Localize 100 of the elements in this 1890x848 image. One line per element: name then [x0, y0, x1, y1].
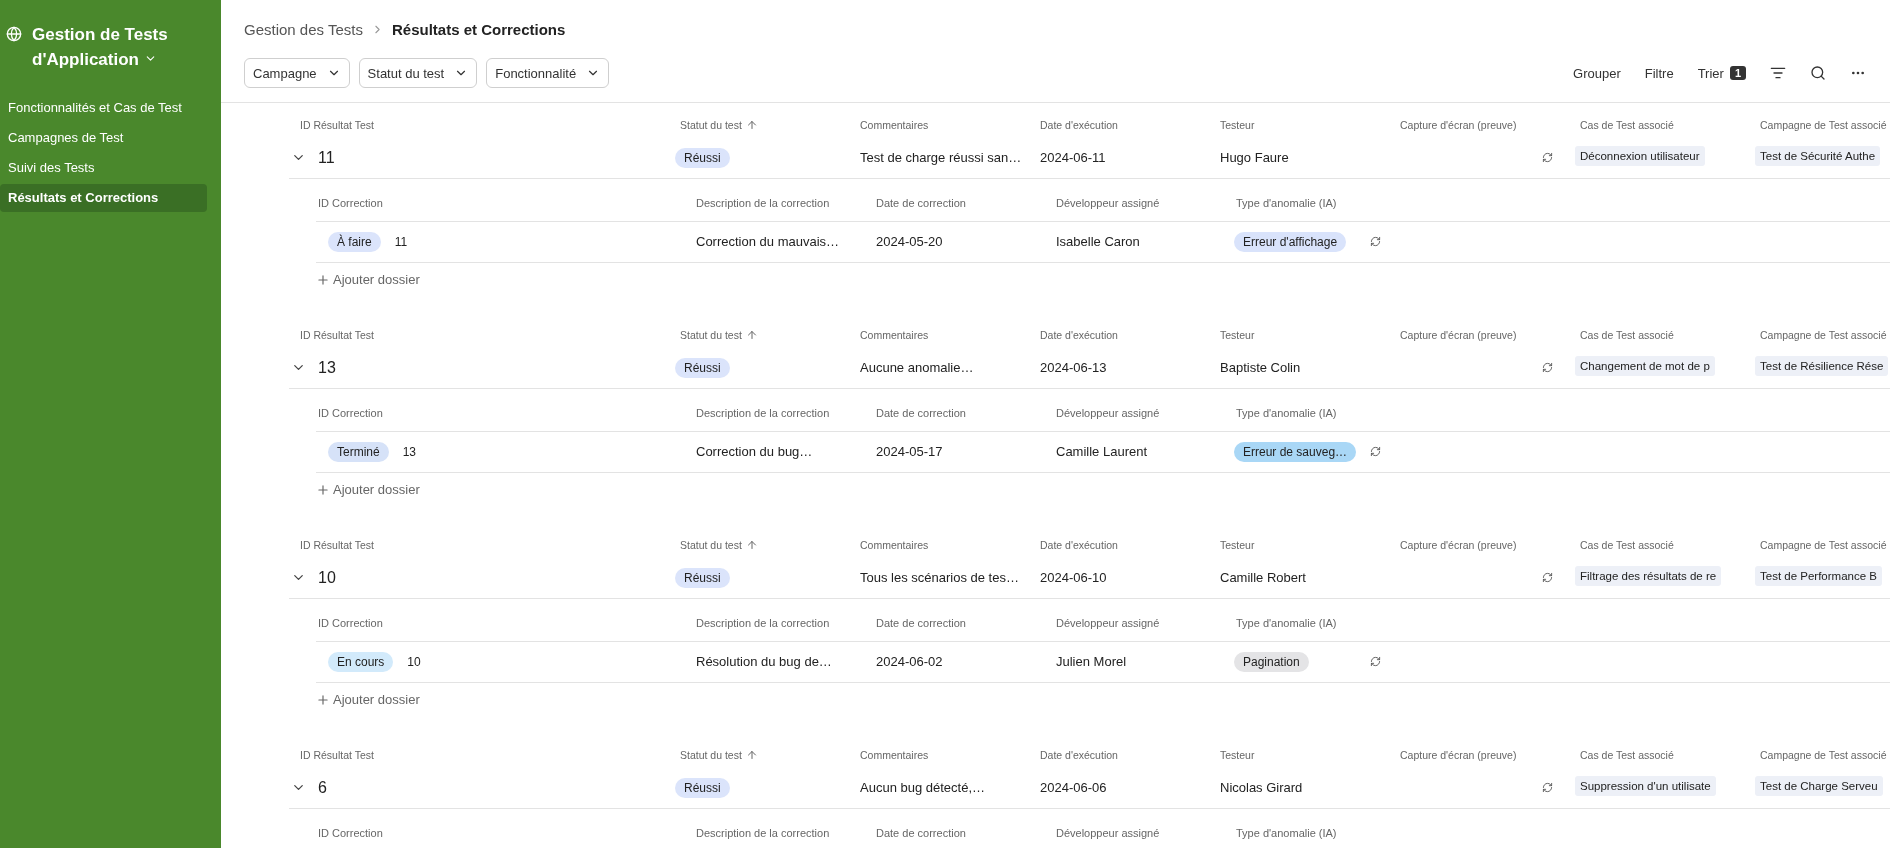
- column-header[interactable]: Commentaires: [849, 532, 1029, 558]
- column-header[interactable]: Description de la correction: [694, 616, 874, 641]
- table-cell-text: Hugo Faure: [1219, 150, 1290, 166]
- status-tag: Réussi: [675, 567, 730, 588]
- column-header[interactable]: Description de la correction: [694, 826, 874, 848]
- refresh-icon[interactable]: [1370, 446, 1381, 458]
- breadcrumb-item: Résultats et Corrections: [391, 20, 566, 38]
- column-header[interactable]: Date de correction: [874, 826, 1054, 848]
- column-header[interactable]: Commentaires: [849, 112, 1029, 138]
- column-header[interactable]: Statut du test: [669, 112, 849, 138]
- column-header[interactable]: Statut du test: [669, 742, 849, 768]
- column-header[interactable]: Campagne de Test associé: [1749, 532, 1890, 558]
- column-header[interactable]: Commentaires: [849, 742, 1029, 768]
- table-cell-text: 2024-06-06: [1039, 780, 1108, 796]
- column-header[interactable]: ID Résultat Test: [289, 532, 669, 558]
- table-cell-text: Correction du bug…: [695, 444, 814, 460]
- table-cell-text: 2024-06-10: [1039, 570, 1108, 586]
- column-header[interactable]: Date d'exécution: [1029, 112, 1209, 138]
- refresh-icon[interactable]: [1370, 236, 1381, 248]
- column-header[interactable]: Description de la correction: [694, 406, 874, 431]
- column-header[interactable]: Date de correction: [874, 196, 1054, 221]
- column-header[interactable]: Campagne de Test associé: [1749, 742, 1890, 768]
- table-cell-text: Julien Morel: [1055, 654, 1128, 670]
- column-header[interactable]: Cas de Test associé: [1569, 742, 1749, 768]
- status-tag: Réussi: [675, 357, 730, 378]
- status-tag: À faire: [328, 231, 381, 252]
- column-header[interactable]: Cas de Test associé: [1569, 322, 1749, 348]
- filter-dropdown[interactable]: Campagne: [244, 58, 350, 88]
- column-header[interactable]: Statut du test: [669, 532, 849, 558]
- table-cell-text: Baptiste Colin: [1219, 360, 1302, 376]
- table-cell-text: 2024-06-13: [1039, 360, 1108, 376]
- add-button[interactable]: Ajouter dossier: [316, 472, 420, 507]
- column-header[interactable]: Date de correction: [874, 406, 1054, 431]
- search-icon: [1810, 65, 1826, 81]
- sort-button[interactable]: Trier 1: [1687, 61, 1756, 85]
- column-header[interactable]: Développeur assigné: [1054, 826, 1234, 848]
- column-header[interactable]: Date d'exécution: [1029, 322, 1209, 348]
- column-header[interactable]: Développeur assigné: [1054, 616, 1234, 641]
- column-header[interactable]: Développeur assigné: [1054, 406, 1234, 431]
- add-button[interactable]: Ajouter dossier: [316, 262, 420, 297]
- column-header[interactable]: ID Correction: [316, 406, 694, 431]
- column-header[interactable]: Type d'anomalie (IA): [1234, 826, 1414, 848]
- column-header[interactable]: Description de la correction: [694, 196, 874, 221]
- column-header[interactable]: Développeur assigné: [1054, 196, 1234, 221]
- app-title[interactable]: Gestion de Tests d'Application: [32, 22, 182, 72]
- column-header[interactable]: Campagne de Test associé: [1749, 322, 1890, 348]
- lines-icon: [1770, 65, 1786, 81]
- column-header[interactable]: ID Correction: [316, 196, 694, 221]
- column-header[interactable]: ID Correction: [316, 616, 694, 641]
- refresh-icon[interactable]: [1542, 152, 1553, 164]
- table-cell-text: Résolution du bug de…: [695, 654, 833, 670]
- sidebar-item[interactable]: Fonctionnalités et Cas de Test: [0, 94, 207, 122]
- column-header[interactable]: Capture d'écran (preuve): [1389, 532, 1569, 558]
- linked-tag: Déconnexion utilisateur: [1575, 145, 1705, 166]
- filter-dropdown[interactable]: Statut du test: [358, 58, 478, 88]
- table-cell: 11: [318, 148, 335, 167]
- column-header[interactable]: ID Résultat Test: [289, 322, 669, 348]
- refresh-icon[interactable]: [1370, 656, 1381, 668]
- column-header[interactable]: Date d'exécution: [1029, 742, 1209, 768]
- column-header[interactable]: Cas de Test associé: [1569, 112, 1749, 138]
- column-header[interactable]: Type d'anomalie (IA): [1234, 616, 1414, 641]
- refresh-icon[interactable]: [1542, 782, 1553, 794]
- filter-button[interactable]: Filtre: [1634, 61, 1684, 85]
- column-header[interactable]: ID Résultat Test: [289, 742, 669, 768]
- column-header[interactable]: ID Résultat Test: [289, 112, 669, 138]
- column-header[interactable]: Commentaires: [849, 322, 1029, 348]
- table-cell-text: Nicolas Girard: [1219, 780, 1304, 796]
- status-tag: Terminé: [328, 441, 389, 462]
- anomaly-tag: Pagination: [1234, 651, 1309, 672]
- sidebar-item[interactable]: Campagnes de Test: [0, 124, 207, 152]
- table-cell: 6: [318, 778, 327, 797]
- sidebar-item[interactable]: Suivi des Tests: [0, 154, 207, 182]
- add-button[interactable]: Ajouter dossier: [316, 682, 420, 717]
- linked-tag: Test de Sécurité Authe: [1755, 145, 1881, 166]
- table-cell-text: Correction du mauvais…: [695, 234, 841, 250]
- column-header[interactable]: Testeur: [1209, 532, 1389, 558]
- plus-icon: [316, 692, 330, 707]
- column-header[interactable]: Capture d'écran (preuve): [1389, 112, 1569, 138]
- table-cell: 13: [318, 358, 336, 377]
- column-header[interactable]: Testeur: [1209, 742, 1389, 768]
- linked-tag: Test de Charge Serveu: [1755, 775, 1883, 796]
- column-header[interactable]: Testeur: [1209, 322, 1389, 348]
- column-header[interactable]: Testeur: [1209, 112, 1389, 138]
- refresh-icon[interactable]: [1542, 362, 1553, 374]
- column-header[interactable]: Type d'anomalie (IA): [1234, 406, 1414, 431]
- column-header[interactable]: Campagne de Test associé: [1749, 112, 1890, 138]
- column-header[interactable]: ID Correction: [316, 826, 694, 848]
- column-header[interactable]: Type d'anomalie (IA): [1234, 196, 1414, 221]
- refresh-icon[interactable]: [1542, 572, 1553, 584]
- linked-tag: Test de Résilience Rése: [1755, 355, 1889, 376]
- column-header[interactable]: Date d'exécution: [1029, 532, 1209, 558]
- column-header[interactable]: Cas de Test associé: [1569, 532, 1749, 558]
- sidebar-item[interactable]: Résultats et Corrections: [0, 184, 207, 212]
- column-header[interactable]: Date de correction: [874, 616, 1054, 641]
- breadcrumb-item[interactable]: Gestion des Tests: [244, 20, 363, 38]
- column-header[interactable]: Statut du test: [669, 322, 849, 348]
- group-button[interactable]: Grouper: [1563, 61, 1631, 85]
- column-header[interactable]: Capture d'écran (preuve): [1389, 322, 1569, 348]
- column-header[interactable]: Capture d'écran (preuve): [1389, 742, 1569, 768]
- filter-dropdown[interactable]: Fonctionnalité: [486, 58, 610, 88]
